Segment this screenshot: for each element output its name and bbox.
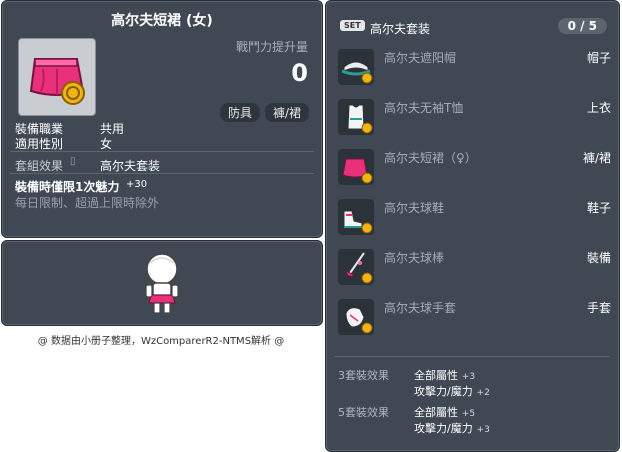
set-name: 高尔夫套装	[370, 22, 431, 36]
set-count: 0 / 5	[557, 18, 607, 34]
equip-bonus: 裝備時僅限1次魅力	[15, 180, 120, 194]
tag-armor: 防具	[220, 103, 261, 122]
item-tooltip: 高尔夫短裙 (女) 戰鬥力提升量 0 防具 褲/裙 裝備職業 共用 適用性別 女…	[1, 0, 323, 238]
set-effect-label: 套組效果	[15, 159, 64, 173]
glove-icon	[345, 307, 373, 334]
effect-value: +3	[476, 425, 490, 435]
divider	[334, 356, 610, 357]
effect-value: +2	[476, 388, 490, 398]
set-effect-value: 高尔夫套装	[100, 159, 161, 173]
set-item-category: 帽子	[586, 51, 611, 65]
sleeveless-shirt-icon	[347, 104, 373, 134]
set-item-category: 上衣	[586, 101, 611, 115]
skirt-icon	[29, 58, 85, 105]
set-item-name: 高尔夫球手套	[384, 301, 457, 315]
character-avatar	[145, 253, 179, 314]
avatar-preview	[1, 240, 323, 326]
effect-value: +5	[461, 409, 476, 419]
set-badge: SET	[340, 20, 365, 31]
set-panel: SET 高尔夫套装 0 / 5 高尔夫遮阳帽 帽子 高尔夫无袖T恤 上衣 高尔夫…	[325, 0, 620, 452]
item-icon-frame	[338, 149, 374, 185]
set-item-glove[interactable]: 高尔夫球手套 手套	[336, 295, 611, 339]
effect-label: 3套裝效果	[338, 369, 389, 382]
power-label: 戰鬥力提升量	[235, 40, 308, 54]
golf-club-icon	[345, 252, 373, 284]
set-item-golf-club[interactable]: 高尔夫球棒 裝備	[336, 245, 611, 289]
set-item-skirt[interactable]: 高尔夫短裙（♀） 褲/裙	[336, 145, 611, 189]
set-effect-3: 3套裝效果	[338, 367, 389, 383]
divider	[10, 173, 314, 174]
item-icon-frame	[338, 49, 374, 85]
item-icon-frame	[338, 249, 374, 285]
set-item-visor[interactable]: 高尔夫遮阳帽 帽子	[336, 45, 611, 89]
effect-label: 5套裝效果	[338, 406, 389, 419]
set-item-name: 高尔夫遮阳帽	[384, 51, 457, 65]
effect-value: +3	[461, 372, 476, 382]
set-item-shoes[interactable]: 高尔夫球鞋 鞋子	[336, 195, 611, 239]
power-value: 0	[291, 59, 308, 87]
skirt-icon	[342, 158, 373, 184]
set-item-category: 褲/裙	[582, 151, 611, 165]
set-item-name: 高尔夫无袖T恤	[384, 101, 464, 115]
set-item-name: 高尔夫短裙（♀）	[384, 151, 477, 165]
set-item-category: 手套	[586, 301, 611, 315]
effect-stat: 全部屬性	[414, 406, 458, 419]
set-item-name: 高尔夫球鞋	[384, 201, 445, 215]
set-item-shirt[interactable]: 高尔夫无袖T恤 上衣	[336, 95, 611, 139]
set-item-category: 裝備	[586, 251, 611, 265]
gender-value: 女	[100, 137, 113, 151]
mouse-icon: ▯	[70, 156, 76, 167]
equip-bonus-value: +30	[126, 179, 148, 190]
set-effect-5-lines: 全部屬性 +5 攻擊力/魔力 +3	[414, 404, 490, 436]
effect-stat: 攻擊力/魔力	[414, 422, 473, 435]
divider	[10, 151, 314, 152]
item-icon-frame	[338, 299, 374, 335]
set-item-category: 鞋子	[586, 201, 611, 215]
item-icon-frame	[18, 38, 96, 116]
set-effect-3-lines: 全部屬性 +3 攻擊力/魔力 +2	[414, 367, 490, 399]
limit-text: 每日限制、超過上限時除外	[15, 196, 160, 210]
item-icon-frame	[338, 199, 374, 235]
gender-label: 適用性別	[15, 137, 64, 151]
set-effect-5: 5套裝效果	[338, 404, 389, 420]
tag-slot: 褲/裙	[265, 103, 310, 122]
shoes-icon	[343, 210, 373, 234]
set-item-name: 高尔夫球棒	[384, 251, 445, 265]
footer-credit: @ 数据由小册子整理，WzComparerR2-NTMS解析 @	[37, 336, 285, 347]
effect-stat: 攻擊力/魔力	[414, 385, 473, 398]
item-icon-frame	[338, 99, 374, 135]
effect-stat: 全部屬性	[414, 369, 458, 382]
item-title: 高尔夫短裙 (女)	[111, 13, 213, 29]
visor-icon	[341, 61, 373, 84]
